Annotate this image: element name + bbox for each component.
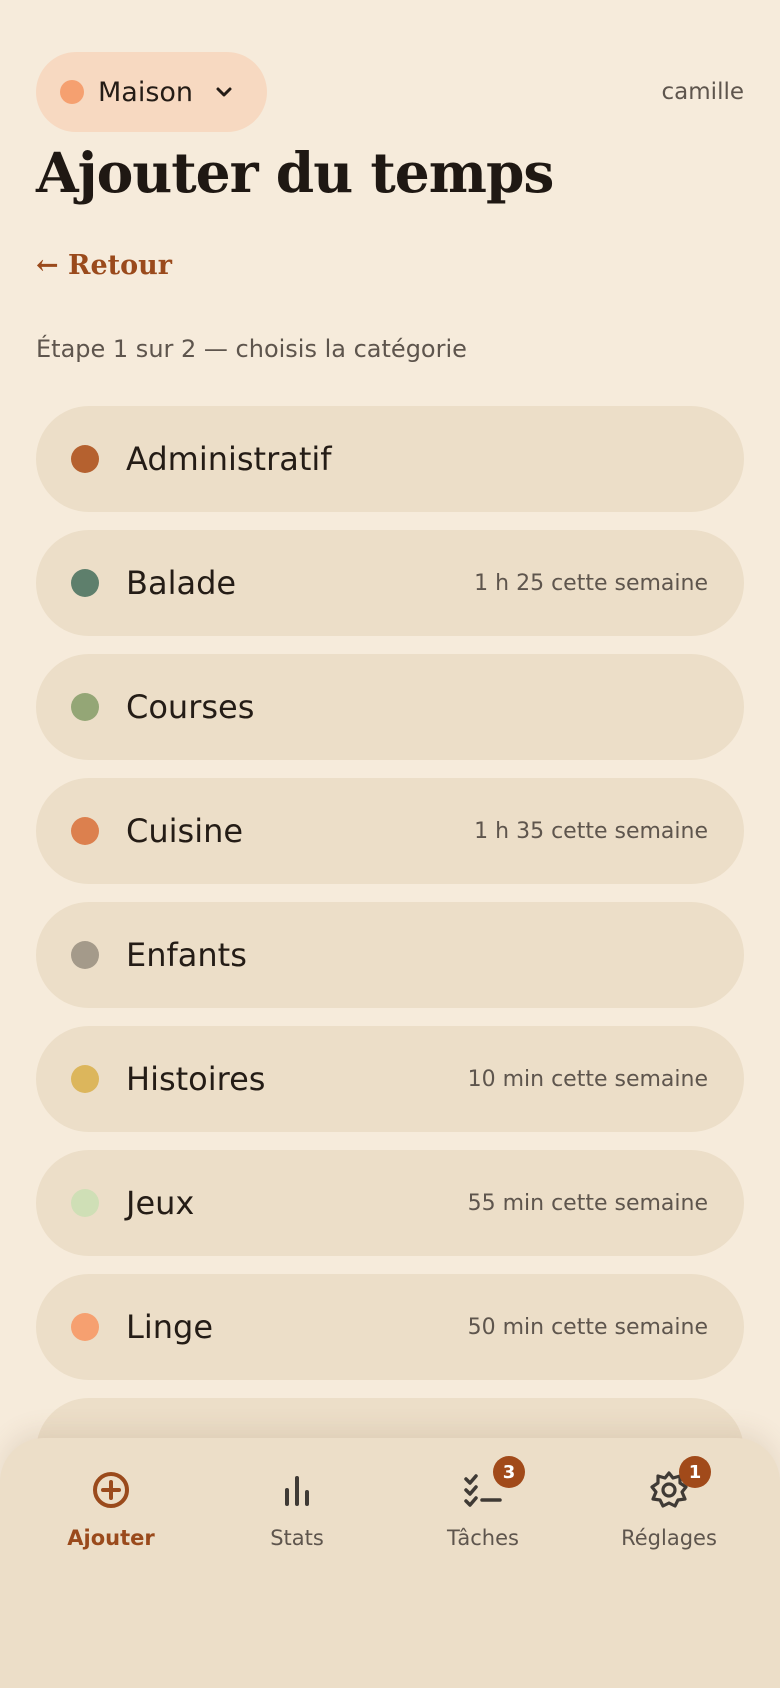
settings-gear-icon: 1 <box>647 1456 711 1512</box>
category-item[interactable]: Cuisine 1 h 35 cette semaine <box>36 778 744 884</box>
category-item[interactable]: Histoires 10 min cette semaine <box>36 1026 744 1132</box>
category-color-dot <box>71 569 99 597</box>
category-color-dot <box>71 445 99 473</box>
tasks-badge: 3 <box>493 1456 525 1488</box>
nav-item-ajouter[interactable]: Ajouter <box>18 1468 204 1550</box>
nav-item-stats[interactable]: Stats <box>204 1468 390 1550</box>
category-color-dot <box>71 693 99 721</box>
category-name: Enfants <box>126 936 247 974</box>
category-week-stat: 1 h 25 cette semaine <box>474 570 708 596</box>
category-week-stat: 10 min cette semaine <box>467 1066 708 1092</box>
back-link[interactable]: ← Retour <box>36 250 172 281</box>
household-selector[interactable]: Maison <box>36 52 268 132</box>
nav-label: Stats <box>270 1526 324 1550</box>
household-color-dot <box>60 80 84 104</box>
nav-item-taches[interactable]: 3 Tâches <box>390 1456 576 1550</box>
category-name: Cuisine <box>126 812 244 850</box>
category-item[interactable]: Linge 50 min cette semaine <box>36 1274 744 1380</box>
category-item[interactable]: Administratif <box>36 406 744 512</box>
nav-item-reglages[interactable]: 1 Réglages <box>576 1456 762 1550</box>
add-circle-icon <box>89 1468 133 1512</box>
category-color-dot <box>71 1313 99 1341</box>
category-color-dot <box>71 941 99 969</box>
category-name: Jeux <box>126 1184 195 1222</box>
category-color-dot <box>71 1189 99 1217</box>
category-name: Courses <box>126 688 255 726</box>
nav-label: Réglages <box>621 1526 717 1550</box>
household-name: Maison <box>98 76 194 108</box>
category-name: Linge <box>126 1308 213 1346</box>
nav-label: Tâches <box>447 1526 519 1550</box>
step-indicator: Étape 1 sur 2 — choisis la catégorie <box>36 335 467 363</box>
category-week-stat: 1 h 35 cette semaine <box>474 818 708 844</box>
category-item[interactable]: Courses <box>36 654 744 760</box>
category-color-dot <box>71 817 99 845</box>
checklist-icon: 3 <box>461 1456 525 1512</box>
chevron-down-icon <box>213 81 235 103</box>
category-list: Administratif Balade 1 h 25 cette semain… <box>36 406 744 1504</box>
user-name[interactable]: camille <box>662 79 744 105</box>
category-item[interactable]: Enfants <box>36 902 744 1008</box>
category-name: Histoires <box>126 1060 266 1098</box>
category-item[interactable]: Jeux 55 min cette semaine <box>36 1150 744 1256</box>
category-name: Administratif <box>126 440 332 478</box>
nav-label: Ajouter <box>67 1526 155 1550</box>
page-title: Ajouter du temps <box>36 140 554 205</box>
category-week-stat: 50 min cette semaine <box>467 1314 708 1340</box>
category-color-dot <box>71 1065 99 1093</box>
bottom-navigation: Ajouter Stats 3 Tâches 1 Réglages <box>0 1438 780 1688</box>
settings-badge: 1 <box>679 1456 711 1488</box>
category-item[interactable]: Balade 1 h 25 cette semaine <box>36 530 744 636</box>
bar-chart-icon <box>275 1468 319 1512</box>
category-name: Balade <box>126 564 237 602</box>
top-bar: Maison camille <box>36 52 744 132</box>
category-week-stat: 55 min cette semaine <box>467 1190 708 1216</box>
